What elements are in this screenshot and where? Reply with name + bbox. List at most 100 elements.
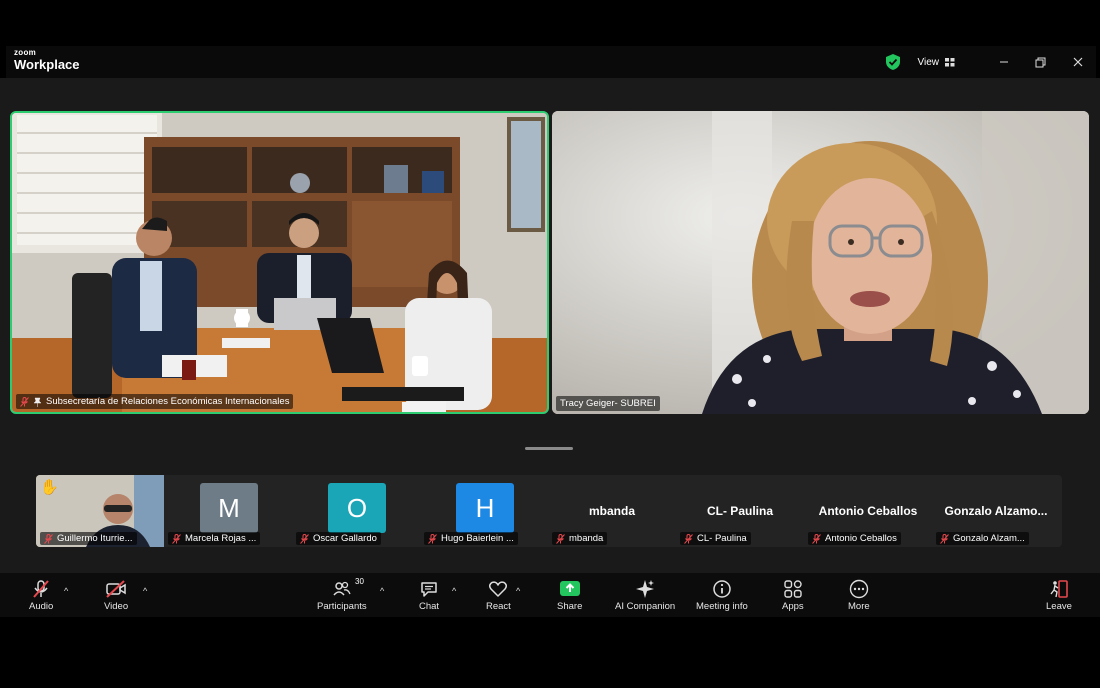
meeting-toolbar: Audio ^ Video ^ Participants 30 ^ Chat ^ [0, 573, 1100, 617]
resize-handle[interactable] [525, 447, 573, 450]
close-window-button[interactable] [1059, 46, 1096, 78]
more-button[interactable]: More [848, 579, 870, 612]
restore-button[interactable] [1022, 46, 1059, 78]
participant-name: CL- Paulina [697, 533, 747, 544]
video-tile-name-label: Tracy Geiger- SUBREI [556, 396, 660, 411]
ai-companion-label: AI Companion [615, 601, 676, 612]
muted-mic-icon [300, 533, 309, 544]
video-label: Video [104, 601, 129, 612]
leave-meeting-button[interactable]: Leave [1046, 579, 1072, 612]
participant-name: Marcela Rojas ... [185, 533, 257, 544]
participants-count: 30 [355, 577, 364, 586]
participant-name: Antonio Ceballos [825, 533, 897, 544]
encryption-shield-icon[interactable] [885, 54, 900, 70]
meeting-area: Subsecretaría de Relaciones Económicas I… [0, 78, 1100, 591]
meeting-info-label: Meeting info [696, 601, 748, 612]
participant-display-name: CL- Paulina [706, 504, 773, 518]
video-button[interactable]: Video [104, 579, 128, 612]
video-options-caret-icon[interactable]: ^ [143, 586, 147, 596]
view-button[interactable]: View [918, 57, 956, 68]
apps-button[interactable]: Apps [782, 579, 804, 612]
audio-options-caret-icon[interactable]: ^ [64, 586, 68, 596]
muted-mic-icon [20, 396, 29, 407]
leave-door-icon [1050, 580, 1068, 598]
participants-options-caret-icon[interactable]: ^ [380, 586, 384, 596]
info-icon [713, 580, 731, 598]
zoom-workplace-logo: zoom Workplace [14, 48, 80, 72]
muted-mic-icon [44, 533, 53, 544]
react-button[interactable]: React [486, 579, 511, 612]
logo-workplace-text: Workplace [14, 57, 80, 72]
chat-button[interactable]: Chat [419, 579, 439, 612]
leave-label: Leave [1046, 601, 1072, 612]
participant-name: Guillermo Iturrie... [57, 533, 133, 544]
conference-room-video [12, 113, 547, 412]
muted-mic-icon [684, 533, 693, 544]
muted-mic-icon [428, 533, 437, 544]
participant-name-label: Oscar Gallardo [296, 532, 381, 545]
participant-tile[interactable]: CL- Paulina CL- Paulina [676, 475, 804, 547]
audio-label: Audio [29, 601, 54, 612]
restore-icon [1035, 57, 1046, 67]
chat-options-caret-icon[interactable]: ^ [452, 586, 456, 596]
grid-view-icon [945, 57, 955, 66]
share-screen-button[interactable]: Share [557, 579, 582, 612]
react-options-caret-icon[interactable]: ^ [516, 586, 520, 596]
chat-label: Chat [419, 601, 440, 612]
participant-name: Hugo Baierlein ... [441, 533, 514, 544]
participant-tile[interactable]: M Marcela Rojas ... [164, 475, 292, 547]
participant-tile[interactable]: Antonio Ceballos Antonio Ceballos [804, 475, 932, 547]
participant-tile[interactable]: O Oscar Gallardo [292, 475, 420, 547]
participant-tile[interactable]: ✋ Guillermo Iturrie... [36, 475, 164, 547]
chat-icon [421, 582, 437, 597]
participant-display-name: Antonio Ceballos [818, 504, 918, 518]
participant-name: Tracy Geiger- SUBREI [560, 398, 656, 409]
title-bar: zoom Workplace View [6, 46, 1096, 78]
participant-name-label: mbanda [552, 532, 608, 545]
heart-icon [489, 581, 508, 597]
participant-name-label: Hugo Baierlein ... [424, 532, 518, 545]
participant-name-label: Marcela Rojas ... [168, 532, 261, 545]
close-icon [1073, 57, 1082, 67]
raised-hand-icon: ✋ [40, 479, 59, 496]
share-screen-icon [559, 581, 580, 596]
muted-microphone-icon [33, 580, 49, 598]
video-off-icon [106, 580, 126, 598]
participant-tile[interactable]: H Hugo Baierlein ... [420, 475, 548, 547]
minimize-button[interactable] [985, 46, 1022, 78]
participant-video [552, 111, 1089, 414]
video-tile-participant[interactable]: Tracy Geiger- SUBREI [552, 111, 1089, 414]
logo-zoom-text: zoom [14, 48, 37, 57]
muted-mic-icon [556, 533, 565, 544]
share-label: Share [557, 601, 583, 612]
participant-tile[interactable]: mbanda mbanda [548, 475, 676, 547]
ai-sparkle-icon [636, 580, 655, 598]
apps-label: Apps [782, 601, 804, 612]
apps-icon [784, 580, 802, 598]
participant-name: mbanda [569, 533, 604, 544]
participant-display-name: mbanda [588, 504, 635, 518]
view-label: View [917, 56, 940, 68]
video-tile-active-speaker[interactable]: Subsecretaría de Relaciones Económicas I… [10, 111, 549, 414]
participant-name-label: CL- Paulina [680, 532, 751, 545]
participant-avatar: M [200, 483, 258, 533]
muted-mic-icon [812, 533, 821, 544]
video-tile-name-label: Subsecretaría de Relaciones Económicas I… [16, 394, 294, 409]
participant-name-label: Antonio Ceballos [808, 532, 901, 545]
participant-name: Gonzalo Alzam... [953, 533, 1025, 544]
muted-mic-icon [940, 533, 949, 544]
participant-avatar: H [456, 483, 514, 533]
meeting-info-button[interactable]: Meeting info [696, 579, 748, 612]
pinned-icon [33, 397, 42, 407]
minimize-icon [999, 61, 1008, 63]
more-label: More [848, 601, 870, 612]
ai-companion-button[interactable]: AI Companion [615, 579, 675, 612]
participant-strip: ✋ Guillermo Iturrie... M Marcela Rojas .… [36, 475, 1062, 547]
more-dots-icon [849, 579, 869, 599]
participant-name: Subsecretaría de Relaciones Económicas I… [46, 396, 290, 407]
audio-button[interactable]: Audio [29, 579, 53, 612]
participant-name-label: Gonzalo Alzam... [936, 532, 1029, 545]
participant-tile[interactable]: Gonzalo Alzamo... Gonzalo Alzam... [932, 475, 1060, 547]
participant-avatar: O [328, 483, 386, 533]
react-label: React [486, 601, 511, 612]
